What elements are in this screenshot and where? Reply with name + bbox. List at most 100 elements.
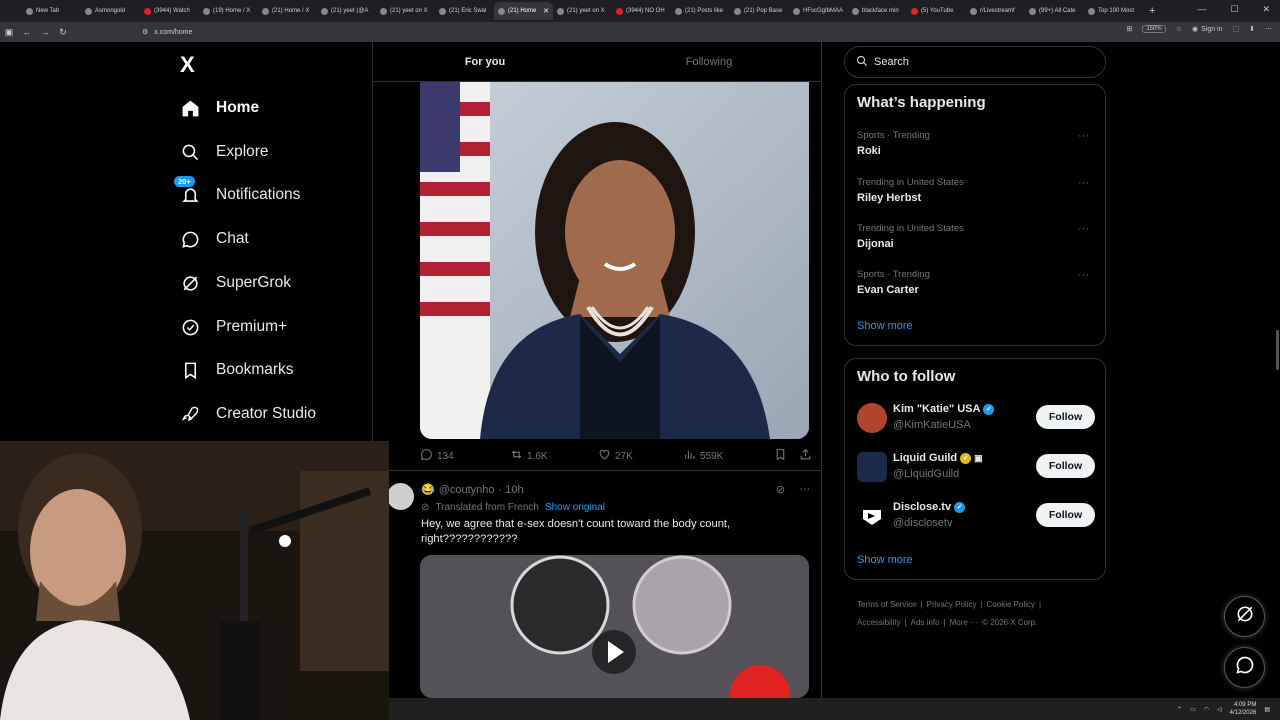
maximize-icon[interactable]: ☐: [1230, 4, 1238, 15]
follow-suggestion[interactable]: Kim "Katie" USA ✓ @KimKatieUSA Follow: [857, 401, 1097, 437]
sidebar-item-chat[interactable]: Chat: [180, 229, 249, 249]
views-button[interactable]: 559K: [683, 448, 773, 464]
post-time[interactable]: · 10h: [499, 484, 524, 496]
tab-for-you[interactable]: For you: [373, 42, 597, 81]
browser-tab[interactable]: Asmongold: [81, 2, 140, 20]
avatar[interactable]: [387, 483, 414, 510]
browser-tab[interactable]: (21) yeet (@A: [317, 2, 376, 20]
more-icon[interactable]: ···: [1078, 269, 1089, 281]
tab-following[interactable]: Following: [597, 42, 821, 81]
trend-item[interactable]: Trending in United States Riley Herbst ·…: [857, 177, 1097, 204]
browser-tab[interactable]: New Tab: [22, 2, 81, 20]
share-icon[interactable]: [799, 448, 812, 464]
post-image[interactable]: [420, 82, 809, 439]
close-tab-icon[interactable]: ✕: [543, 7, 549, 15]
avatar[interactable]: [857, 501, 887, 531]
post-video[interactable]: [420, 555, 809, 698]
footer-link[interactable]: Privacy Policy: [927, 600, 977, 609]
system-clock[interactable]: 4:09 PM 4/12/2026: [1230, 701, 1257, 717]
favorite-star-icon[interactable]: ☆: [1176, 25, 1182, 33]
scrollbar[interactable]: [1276, 330, 1279, 370]
sidebar-item-home[interactable]: Home: [180, 98, 259, 118]
browser-tab[interactable]: (21) Eric Swal: [435, 2, 494, 20]
wifi-icon[interactable]: ◠: [1204, 706, 1209, 713]
post-handle[interactable]: @coutynho: [439, 484, 495, 496]
show-more-trends-link[interactable]: Show more: [857, 320, 913, 332]
sidebar-item-premium[interactable]: Premium+: [180, 317, 287, 337]
avatar[interactable]: [857, 403, 887, 433]
follow-suggestion[interactable]: Liquid Guild ✓ ▣ @LiquidGuild Follow: [857, 450, 1097, 486]
footer-link[interactable]: Terms of Service: [857, 600, 917, 609]
browser-tab[interactable]: r/Livestreamf: [966, 2, 1025, 20]
url-field[interactable]: ⚙ x.com/home: [142, 28, 192, 37]
tray-chevron-icon[interactable]: ⌃: [1177, 706, 1182, 713]
repost-button[interactable]: 1.6K: [510, 448, 598, 464]
reply-button[interactable]: 134: [420, 448, 510, 464]
reload-icon[interactable]: ↻: [54, 27, 72, 38]
browser-tab[interactable]: HFscGgIbMAA: [789, 2, 848, 20]
downloads-icon[interactable]: ⬇: [1249, 25, 1255, 33]
like-button[interactable]: 27K: [598, 448, 683, 464]
sidebar-item-notifications[interactable]: 20+ Notifications: [174, 176, 300, 205]
show-original-link[interactable]: Show original: [545, 502, 605, 513]
grok-fab-button[interactable]: [1224, 596, 1265, 637]
footer-link[interactable]: More ···: [950, 618, 978, 627]
trend-item[interactable]: Sports · Trending Evan Carter ···: [857, 269, 1097, 296]
avatar[interactable]: [857, 452, 887, 482]
forward-icon[interactable]: →: [36, 27, 54, 37]
trend-item[interactable]: Sports · Trending Roki ···: [857, 130, 1097, 157]
browser-tab[interactable]: blackface min: [848, 2, 907, 20]
footer-link[interactable]: Cookie Policy: [987, 600, 1035, 609]
back-icon[interactable]: ←: [18, 27, 36, 37]
volume-icon[interactable]: ◁: [1217, 706, 1222, 713]
more-icon[interactable]: ···: [1078, 223, 1089, 235]
trend-item[interactable]: Trending in United States Dijonai ···: [857, 223, 1097, 250]
browser-tab[interactable]: (21) Home ✕: [494, 2, 553, 20]
sidebar-toggle-icon[interactable]: ▣: [0, 27, 18, 38]
zoom-badge[interactable]: 150%: [1142, 25, 1166, 33]
footer-link[interactable]: Accessibility: [857, 618, 901, 627]
browser-tab[interactable]: (3944) NO OH: [612, 2, 671, 20]
sidebar-item-explore[interactable]: Explore: [180, 142, 269, 162]
browser-tab[interactable]: (5) YouTube: [907, 2, 966, 20]
more-icon[interactable]: ···: [1078, 130, 1089, 142]
more-icon[interactable]: ···: [799, 483, 810, 496]
browser-tab[interactable]: (99+) All Cate: [1025, 2, 1084, 20]
install-icon[interactable]: ⊞: [1126, 25, 1132, 33]
network-icon[interactable]: ▭: [1190, 706, 1196, 713]
follow-button[interactable]: Follow: [1036, 405, 1095, 429]
grok-icon[interactable]: ⊘: [776, 483, 785, 496]
sidebar-item-bookmarks[interactable]: Bookmarks: [180, 360, 294, 380]
browser-tab[interactable]: (19) Home / X: [199, 2, 258, 20]
sign-in-button[interactable]: ◉ Sign in: [1192, 25, 1223, 34]
tab-favicon-icon: [380, 7, 387, 15]
rocket-icon: [180, 404, 200, 424]
follow-suggestion[interactable]: Disclose.tv ✓ @disclosetv Follow: [857, 499, 1097, 535]
minimize-icon[interactable]: —: [1197, 4, 1206, 15]
follow-button[interactable]: Follow: [1036, 503, 1095, 527]
sidebar-item-creator-studio[interactable]: Creator Studio: [180, 404, 316, 424]
extensions-icon[interactable]: ⬚: [1233, 25, 1240, 33]
browser-tab[interactable]: (21) yeet on X: [376, 2, 435, 20]
notification-center-icon[interactable]: ▤: [1264, 706, 1270, 713]
browser-tab[interactable]: (21) Pop Base: [730, 2, 789, 20]
new-tab-button[interactable]: +: [1149, 5, 1155, 17]
browser-tab[interactable]: (21) yeet on X: [553, 2, 612, 20]
sidebar-item-supergrok[interactable]: SuperGrok: [180, 273, 291, 293]
browser-tab[interactable]: (3944) Watch: [140, 2, 199, 20]
browser-tab[interactable]: (21) Posts like: [671, 2, 730, 20]
bookmark-icon[interactable]: [774, 448, 787, 464]
browser-tab[interactable]: (21) Home / X: [258, 2, 317, 20]
site-info-icon[interactable]: ⚙: [142, 28, 148, 36]
x-logo[interactable]: X: [180, 52, 195, 78]
footer-link[interactable]: © 2026 X Corp.: [982, 618, 1037, 627]
more-icon[interactable]: ···: [1078, 177, 1089, 189]
footer-link[interactable]: Ads info: [911, 618, 940, 627]
close-window-icon[interactable]: ✕: [1262, 4, 1270, 15]
follow-button[interactable]: Follow: [1036, 454, 1095, 478]
browser-tab[interactable]: Top 100 Most: [1084, 2, 1143, 20]
browser-menu-icon[interactable]: ⋯: [1265, 25, 1272, 33]
show-more-follow-link[interactable]: Show more: [857, 554, 913, 566]
messages-fab-button[interactable]: [1224, 647, 1265, 688]
search-input[interactable]: Search: [844, 46, 1106, 78]
